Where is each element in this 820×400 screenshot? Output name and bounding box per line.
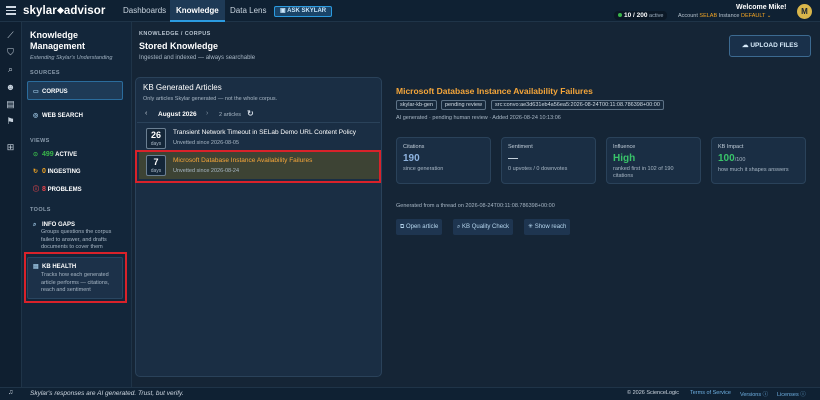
sidebar-item-active[interactable]: ⊙ 499 ACTIVE xyxy=(33,151,77,158)
chevron-down-icon: ⌄ xyxy=(766,13,772,19)
days-badge: 26 days xyxy=(146,128,166,149)
month-label: August 2026 xyxy=(158,111,197,118)
highlight-box xyxy=(135,150,381,183)
sources-heading: SOURCES xyxy=(30,70,60,76)
welcome-text: Welcome Mike! xyxy=(736,4,787,11)
nav-tab-dashboards[interactable]: Dashboards xyxy=(117,0,172,22)
influence-card: Influence High ranked first in 102 of 19… xyxy=(606,137,701,184)
detail-title: Microsoft Database Instance Availability… xyxy=(396,86,593,96)
users-icon[interactable]: ☻ xyxy=(5,82,16,93)
tag-badge: src:convo:ae3d631eb4a56ea5:2026-08-24T00… xyxy=(491,100,664,110)
highlight-box xyxy=(24,252,127,303)
copyright-text: © 2026 ScienceLogic xyxy=(627,390,680,396)
globe-icon: ◎ xyxy=(33,113,39,119)
menu-icon[interactable] xyxy=(6,6,16,15)
refresh-icon[interactable]: ↻ xyxy=(247,109,254,118)
shield-icon[interactable]: ⛉ xyxy=(5,47,16,58)
views-heading: VIEWS xyxy=(30,138,50,144)
nav-tab-data-lens[interactable]: Data Lens xyxy=(224,0,272,22)
reach-icon: ✳ xyxy=(528,224,535,230)
divider xyxy=(137,122,380,123)
alert-icon: ⓘ xyxy=(33,187,40,193)
chat-icon[interactable]: ▤ xyxy=(5,99,16,110)
sidebar-item-corpus-label: ▭ CORPUS xyxy=(33,89,68,95)
account-selector[interactable]: Account SELAB Instance DEFAULT ⌄ xyxy=(678,13,771,19)
avatar[interactable]: M xyxy=(797,4,812,19)
sidebar-subtitle: Extending Skylar's Understanding xyxy=(30,55,113,61)
licenses-link[interactable]: Licenses ⓘ xyxy=(777,390,806,398)
book-icon: ▭ xyxy=(33,89,39,95)
generated-note: Generated from a thread on 2026-08-24T00… xyxy=(396,203,555,209)
show-reach-button[interactable]: ✳ Show reach xyxy=(524,219,571,235)
check-circle-icon: ⊙ xyxy=(33,152,39,158)
knowledge-sidebar xyxy=(22,22,132,387)
search-icon[interactable]: ⌕ xyxy=(5,64,16,75)
bell-icon[interactable]: ♫ xyxy=(8,389,13,396)
tag-badge: pending review xyxy=(441,100,486,110)
add-square-icon[interactable]: ⊞ xyxy=(5,142,16,153)
nav-tab-knowledge[interactable]: Knowledge xyxy=(170,0,225,22)
search-gap-icon: ⌕ xyxy=(33,222,37,228)
sidebar-item-problems[interactable]: ⓘ 8 PROBLEMS xyxy=(33,184,82,193)
tag-badge: skylar-kb-gen xyxy=(396,100,438,110)
flag-icon[interactable]: ⚑ xyxy=(5,116,16,127)
terms-link[interactable]: Terms of Service xyxy=(690,390,731,396)
chevron-left-icon[interactable]: ‹ xyxy=(145,110,147,117)
page-subtitle: Ingested and indexed — always searchable xyxy=(139,55,256,61)
open-article-button[interactable]: ⧉ Open article xyxy=(396,219,443,235)
articles-title: KB Generated Articles xyxy=(143,83,222,92)
trend-icon[interactable]: ⟋ xyxy=(5,30,16,41)
sync-icon: ↻ xyxy=(33,169,39,175)
info-icon: ⓘ xyxy=(800,392,806,398)
sentiment-card: Sentiment — 0 upvotes / 0 downvotes xyxy=(501,137,596,184)
info-icon: ⓘ xyxy=(762,392,769,398)
upload-files-button[interactable]: ☁ UPLOAD FILES xyxy=(729,35,811,57)
kb-quality-check-button[interactable]: ⌕ KB Quality Check xyxy=(453,219,514,235)
chevron-right-icon[interactable]: › xyxy=(206,110,208,117)
tools-heading: TOOLS xyxy=(30,207,51,213)
articles-subtitle: Only articles Skylar generated — not the… xyxy=(143,96,278,102)
list-item[interactable]: 26 days Transient Network Timeout in SELa… xyxy=(139,125,380,152)
page-title: Stored Knowledge xyxy=(139,41,219,51)
app-logo[interactable]: skylar advisor xyxy=(23,5,105,17)
article-count: 2 articles xyxy=(219,112,242,118)
footer-disclaimer: Skylar's responses are AI generated. Tru… xyxy=(30,390,184,397)
ask-skylar-button[interactable]: ▣ ASK SKYLAR xyxy=(274,6,333,17)
sidebar-item-web-search[interactable]: ◎ WEB SEARCH xyxy=(33,112,83,119)
icon-rail xyxy=(0,22,22,387)
status-dot-icon xyxy=(618,13,622,17)
article-meta: Unvetted since 2026-08-05 xyxy=(173,140,240,146)
versions-link[interactable]: Versions ⓘ xyxy=(740,390,768,398)
breadcrumb: KNOWLEDGE / CORPUS xyxy=(139,31,211,37)
citations-card: Citations 190 since generation xyxy=(396,137,491,184)
sidebar-item-ingesting[interactable]: ↻ 0 INGESTING xyxy=(33,168,81,175)
detail-meta: AI generated · pending human review · Ad… xyxy=(396,115,561,121)
sidebar-title: Knowledge Management xyxy=(30,30,86,51)
sidebar-item-info-gaps[interactable]: ⌕ INFO GAPS Groups questions the corpus f… xyxy=(33,222,123,251)
article-title: Transient Network Timeout in SELab Demo … xyxy=(173,129,357,136)
kb-impact-card: KB Impact 100/100 how much it shapes ans… xyxy=(711,137,806,184)
usage-badge: 10 / 200 active xyxy=(614,11,668,20)
